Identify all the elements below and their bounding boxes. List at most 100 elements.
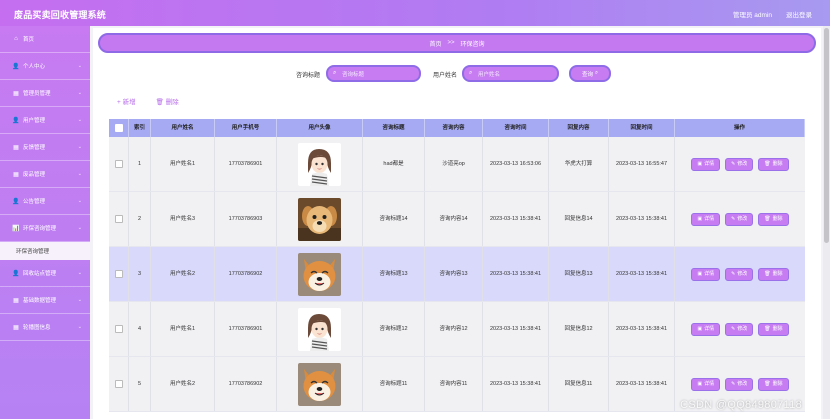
top-bar: 废品买卖回收管理系统 管理员 admin 退出登录 xyxy=(0,0,830,26)
delete-button[interactable]: 🗑 删除 xyxy=(758,157,789,171)
detail-button[interactable]: ▣ 详情 xyxy=(691,377,721,391)
row-checkbox[interactable] xyxy=(114,160,123,168)
edit-icon: ✎ xyxy=(731,270,736,277)
table-row[interactable]: 1 用户姓名1 17703786901 had都是 沙道亮op 2023-03-13 1… xyxy=(109,137,805,192)
cell-user-name: 用户姓名2 xyxy=(151,247,215,301)
name-search-label: 用户姓名 xyxy=(433,73,458,79)
scrollbar[interactable] xyxy=(823,26,830,419)
cell-consult-time: 2023-03-13 15:38:41 xyxy=(483,302,549,356)
sidebar-item[interactable]: ▦ 废品管理 ⌄ xyxy=(0,161,90,188)
chevron-down-icon: ⌄ xyxy=(77,117,82,123)
sidebar-item[interactable]: ▦ 管理员管理 ⌄ xyxy=(0,80,90,107)
edit-button[interactable]: ✎ 修改 xyxy=(725,377,754,391)
sidebar-item[interactable]: 👤 个人中心 ⌄ xyxy=(0,53,90,80)
sidebar-item[interactable]: ⌂ 首页 xyxy=(0,26,90,53)
search-button[interactable]: 查询 ⌕ xyxy=(569,65,611,82)
select-all-checkbox[interactable] xyxy=(114,124,123,132)
column-header: 咨询标题 xyxy=(363,119,425,137)
detail-icon: ▣ xyxy=(697,160,703,167)
edit-icon: ✎ xyxy=(731,215,736,222)
detail-button[interactable]: ▣ 详情 xyxy=(691,322,721,336)
toolbar: + 新增 🗑 删除 xyxy=(117,96,179,106)
bulk-delete-button[interactable]: 🗑 删除 xyxy=(156,96,179,106)
sidebar-item-label: 轮播图信息 xyxy=(23,325,51,331)
row-checkbox[interactable] xyxy=(114,215,123,223)
top-right: 管理员 admin 退出登录 xyxy=(733,9,812,19)
column-header: 回复时间 xyxy=(609,119,675,137)
detail-button[interactable]: ▣ 详情 xyxy=(691,212,721,226)
trash-icon: 🗑 xyxy=(764,325,771,332)
sidebar-item[interactable]: ▦ 轮播图信息 ⌄ xyxy=(0,314,90,341)
delete-button[interactable]: 🗑 删除 xyxy=(758,212,789,226)
user-icon: 👤 xyxy=(12,63,20,70)
cell-consult-time: 2023-03-13 15:38:41 xyxy=(483,247,549,301)
detail-icon: ▣ xyxy=(697,380,703,387)
breadcrumb-home[interactable]: 首页 xyxy=(429,39,441,48)
delete-button[interactable]: 🗑 删除 xyxy=(758,377,789,391)
cell-reply-time: 2023-03-13 15:38:41 xyxy=(609,192,675,246)
row-checkbox[interactable] xyxy=(114,270,123,278)
cell-user-name: 用户姓名1 xyxy=(151,137,215,191)
row-checkbox[interactable] xyxy=(114,380,123,388)
cell-consult-time: 2023-03-13 15:38:41 xyxy=(483,192,549,246)
trash-icon: 🗑 xyxy=(764,160,771,167)
chevron-down-icon: ⌄ xyxy=(77,171,82,177)
sidebar-item[interactable]: 📊 环保咨询管理 ⌄ xyxy=(0,215,90,242)
sidebar-item[interactable]: 👤 回收站点管理 ⌄ xyxy=(0,260,90,287)
breadcrumb-separator: >> xyxy=(447,40,455,46)
chevron-down-icon: ⌄ xyxy=(77,198,82,204)
sidebar-item-label: 回收站点管理 xyxy=(23,271,57,277)
row-actions: ▣ 详情 ✎ 修改 🗑 删除 xyxy=(691,322,789,336)
cell-consult-time: 2023-03-13 15:38:41 xyxy=(483,357,549,411)
sidebar-item-label: 首页 xyxy=(23,37,35,43)
sidebar-item[interactable]: 👤 用户管理 ⌄ xyxy=(0,107,90,134)
title-search-input[interactable]: ⌕ 咨询标题 xyxy=(326,65,421,82)
cell-reply-time: 2023-03-13 16:55:47 xyxy=(609,137,675,191)
detail-icon: ▣ xyxy=(697,215,703,222)
row-actions: ▣ 详情 ✎ 修改 🗑 删除 xyxy=(691,212,789,226)
cell-consult-content: 咨询内容12 xyxy=(425,302,483,356)
scrollbar-thumb[interactable] xyxy=(824,28,829,243)
detail-button[interactable]: ▣ 详情 xyxy=(691,267,721,281)
column-header: 咨询时间 xyxy=(483,119,549,137)
sidebar-subitem-consult[interactable]: 环保咨询管理 xyxy=(0,242,90,260)
table-row[interactable]: 4 用户姓名1 17703786901 咨询标题12 咨询内容12 2023-03-13… xyxy=(109,302,805,357)
sidebar-item[interactable]: ▦ 反馈管理 ⌄ xyxy=(0,134,90,161)
watermark: CSDN @QQ849807118 xyxy=(680,399,802,411)
column-header: 咨询内容 xyxy=(425,119,483,137)
trash-icon: 🗑 xyxy=(764,215,771,222)
chart-icon: 📊 xyxy=(12,225,20,232)
delete-button[interactable]: 🗑 删除 xyxy=(758,267,789,281)
cell-user-name: 用户姓名3 xyxy=(151,192,215,246)
column-header: 操作 xyxy=(675,119,805,137)
current-user[interactable]: 管理员 admin xyxy=(733,9,772,19)
admin-icon: ▦ xyxy=(13,90,19,97)
row-checkbox[interactable] xyxy=(114,325,123,333)
row-actions: ▣ 详情 ✎ 修改 🗑 删除 xyxy=(691,377,789,391)
edit-button[interactable]: ✎ 修改 xyxy=(725,157,754,171)
trash-icon: 🗑 xyxy=(764,270,771,277)
edit-button[interactable]: ✎ 修改 xyxy=(725,212,754,226)
consult-table: 索引 用户姓名 用户手机号 用户头像 咨询标题 咨询内容 咨询时间 回复内容 回复时间 操作 1 用户… xyxy=(109,119,805,412)
search-icon: ⌕ xyxy=(469,70,473,76)
cell-reply-time: 2023-03-13 15:38:41 xyxy=(609,357,675,411)
sidebar-item[interactable]: 👤 公告管理 ⌄ xyxy=(0,188,90,215)
title-search-label: 咨询标题 xyxy=(296,73,321,79)
detail-button[interactable]: ▣ 详情 xyxy=(691,157,721,171)
cell-consult-title: 咨询标题12 xyxy=(363,302,425,356)
chevron-down-icon: ⌄ xyxy=(77,270,82,276)
logout-link[interactable]: 退出登录 xyxy=(786,9,812,19)
edit-button[interactable]: ✎ 修改 xyxy=(725,267,754,281)
edit-button[interactable]: ✎ 修改 xyxy=(725,322,754,336)
cell-reply-content: 回复信息13 xyxy=(549,247,609,301)
delete-button[interactable]: 🗑 删除 xyxy=(758,322,789,336)
table-row[interactable]: 3 用户姓名2 17703786902 咨询标题13 咨询内容13 2023-03-13… xyxy=(109,247,805,302)
cell-consult-title: had都是 xyxy=(363,137,425,191)
name-search-input[interactable]: ⌕ 用户姓名 xyxy=(462,65,559,82)
app-title: 废品买卖回收管理系统 xyxy=(14,10,107,20)
table-row[interactable]: 2 用户姓名3 17703786903 咨询标题14 咨询内容14 2023-03-13… xyxy=(109,192,805,247)
sidebar-item-label: 反馈管理 xyxy=(23,145,46,151)
cell-consult-content: 咨询内容14 xyxy=(425,192,483,246)
add-button[interactable]: + 新增 xyxy=(117,96,136,106)
sidebar-item[interactable]: ▦ 基础数据管理 ⌄ xyxy=(0,287,90,314)
